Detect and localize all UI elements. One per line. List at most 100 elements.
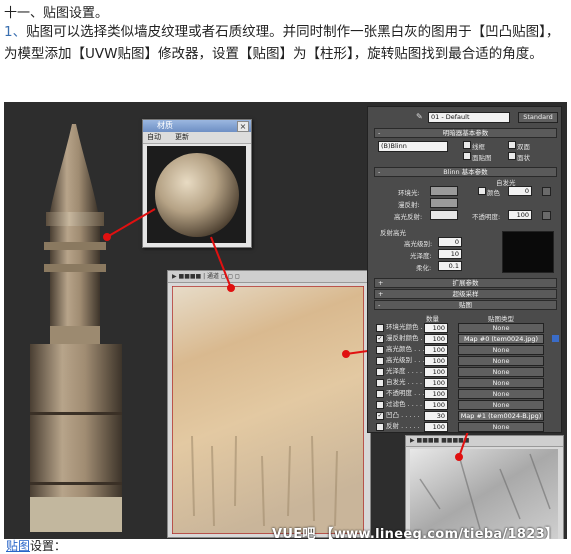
material-name-field[interactable]: 01 - Default: [428, 112, 510, 123]
map-amount-spinner[interactable]: 30: [424, 411, 448, 421]
map-row[interactable]: 高光颜色 . . . 100 None: [376, 345, 554, 355]
specular-highlight-curve: [502, 231, 554, 273]
map-slot-button[interactable]: None: [458, 345, 544, 355]
screenshot-composite: 材质 × 自动 更新 ▶ ■■■■ | 通道 ◻ ◻ ◻ ▶ ■■■■ ■■■■…: [4, 102, 567, 539]
soften-label: 柔化:: [416, 264, 432, 272]
opacity-label: 不透明度:: [472, 213, 501, 221]
map-row[interactable]: ✓ 凹凸 . . . . . 30 Map #1 (tem0024-B.jpg): [376, 411, 554, 421]
spec-level-spinner[interactable]: 0: [438, 237, 462, 247]
opacity-spinner[interactable]: 100: [508, 210, 532, 220]
map-enable-checkbox[interactable]: ✓: [376, 412, 384, 420]
map-row[interactable]: 过滤色 . . . . 100 None: [376, 400, 554, 410]
map-amount-spinner[interactable]: 100: [424, 389, 448, 399]
self-illum-spinner[interactable]: 0: [508, 186, 532, 196]
map-label: 高光级别 . . .: [386, 356, 425, 364]
map-amount-spinner[interactable]: 100: [424, 422, 448, 432]
diffuse-swatch[interactable]: [430, 198, 458, 208]
extended-params-rollout[interactable]: + 扩展参数: [374, 278, 557, 288]
wire-checkbox[interactable]: [463, 141, 471, 149]
map-amount-spinner[interactable]: 100: [424, 334, 448, 344]
map-slot-button[interactable]: None: [458, 422, 544, 432]
map-row[interactable]: 自发光 . . . . 100 None: [376, 378, 554, 388]
intro-paragraph: 1、贴图可以选择类似墙皮纹理或者石质纹理。并同时制作一张黑白灰的图用于【凹凸贴图…: [4, 21, 566, 65]
color-label: 颜色: [487, 189, 500, 197]
diffuse-label: 漫反射:: [398, 201, 420, 209]
map-label: 自发光 . . . .: [386, 378, 423, 386]
rollout-title: 贴图: [459, 301, 472, 309]
rollout-title: Blinn 基本参数: [443, 168, 488, 176]
material-editor-panel: ✎ 01 - Default Standard - 明暗器基本参数 (B)Blin…: [367, 106, 562, 433]
map-row[interactable]: 高光级别 . . . 100 None: [376, 356, 554, 366]
specular-swatch[interactable]: [430, 210, 458, 220]
map-enable-checkbox[interactable]: [376, 346, 384, 354]
map-enable-checkbox[interactable]: [376, 390, 384, 398]
map-label: 反射 . . . . .: [386, 422, 420, 430]
map-amount-spinner[interactable]: 100: [424, 378, 448, 388]
faceted-label: 面状: [517, 154, 530, 162]
map-slot-button[interactable]: Map #1 (tem0024-B.jpg): [458, 411, 544, 421]
map-row[interactable]: ✓ 漫反射颜色 . . 100 Map #0 (tem0024.jpg): [376, 334, 554, 344]
amount-header: 数量: [426, 315, 439, 323]
map-amount-spinner[interactable]: 100: [424, 323, 448, 333]
map-enable-checkbox[interactable]: [376, 324, 384, 332]
map-slot-button[interactable]: None: [458, 323, 544, 333]
map-label: 凹凸 . . . . .: [386, 411, 420, 419]
map-label: 环境光颜色 . .: [386, 323, 427, 331]
map-amount-spinner[interactable]: 100: [424, 356, 448, 366]
step-text: 贴图可以选择类似墙皮纹理或者石质纹理。并同时制作一张黑白灰的图用于【凹凸贴图】，…: [4, 24, 560, 62]
map-amount-spinner[interactable]: 100: [424, 367, 448, 377]
map-slot-button[interactable]: None: [458, 356, 544, 366]
faceted-checkbox[interactable]: [508, 152, 516, 160]
map-row[interactable]: 环境光颜色 . . 100 None: [376, 323, 554, 333]
shader-basic-rollout[interactable]: - 明暗器基本参数: [374, 128, 557, 138]
opacity-map-button[interactable]: [542, 211, 551, 220]
maps-rollout[interactable]: - 贴图: [374, 300, 557, 310]
map-slot-button[interactable]: None: [458, 367, 544, 377]
footer-link[interactable]: 贴图: [6, 539, 30, 553]
map-enable-checkbox[interactable]: [376, 401, 384, 409]
soften-spinner[interactable]: 0.1: [438, 261, 462, 271]
map-enable-checkbox[interactable]: ✓: [376, 335, 384, 343]
ambient-swatch[interactable]: [430, 186, 458, 196]
map-type-header: 贴图类型: [488, 315, 514, 323]
map-slot-button[interactable]: None: [458, 400, 544, 410]
section-heading: 十一、贴图设置。: [4, 6, 109, 21]
map-slot-button[interactable]: None: [458, 389, 544, 399]
map-amount-spinner[interactable]: 100: [424, 345, 448, 355]
map-label: 高光颜色 . . .: [386, 345, 425, 353]
map-label: 漫反射颜色 . .: [386, 334, 427, 342]
face-map-checkbox[interactable]: [463, 152, 471, 160]
map-slot-button[interactable]: Map #0 (tem0024.jpg): [458, 334, 544, 344]
ambient-label: 环境光:: [398, 189, 420, 197]
wire-label: 线框: [472, 143, 485, 151]
map-enable-checkbox[interactable]: [376, 423, 384, 431]
blinn-basic-rollout[interactable]: - Blinn 基本参数: [374, 167, 557, 177]
step-number: 1、: [4, 24, 27, 40]
two-sided-checkbox[interactable]: [508, 141, 516, 149]
footer-text: 设置：: [30, 539, 67, 553]
color-checkbox[interactable]: [478, 187, 486, 195]
map-enable-checkbox[interactable]: [376, 379, 384, 387]
map-slot-button[interactable]: None: [458, 378, 544, 388]
material-type-button[interactable]: Standard: [518, 112, 558, 123]
supersampling-rollout[interactable]: + 超级采样: [374, 289, 557, 299]
shader-select[interactable]: (B)Blinn: [378, 141, 448, 152]
glossiness-spinner[interactable]: 10: [438, 249, 462, 259]
map-row[interactable]: 反射 . . . . . 100 None: [376, 422, 554, 432]
glossiness-label: 光泽度:: [410, 252, 432, 260]
eyedropper-icon[interactable]: ✎: [416, 112, 423, 121]
map-enable-checkbox[interactable]: [376, 368, 384, 376]
scroll-marker[interactable]: [552, 335, 559, 342]
rollout-title: 扩展参数: [452, 279, 479, 287]
rollout-title: 超级采样: [452, 290, 479, 298]
specular-label: 高光反射:: [394, 213, 423, 221]
watermark-text: VUE吧 【www.lineeg.com/tieba/1823】: [272, 527, 559, 539]
face-map-label: 面贴图: [472, 154, 492, 162]
two-sided-label: 双面: [517, 143, 530, 151]
map-row[interactable]: 光泽度 . . . . 100 None: [376, 367, 554, 377]
map-amount-spinner[interactable]: 100: [424, 400, 448, 410]
footer-caption: 贴图设置：: [6, 537, 66, 554]
map-row[interactable]: 不透明度 . . . 100 None: [376, 389, 554, 399]
map-enable-checkbox[interactable]: [376, 357, 384, 365]
self-illum-map-button[interactable]: [542, 187, 551, 196]
